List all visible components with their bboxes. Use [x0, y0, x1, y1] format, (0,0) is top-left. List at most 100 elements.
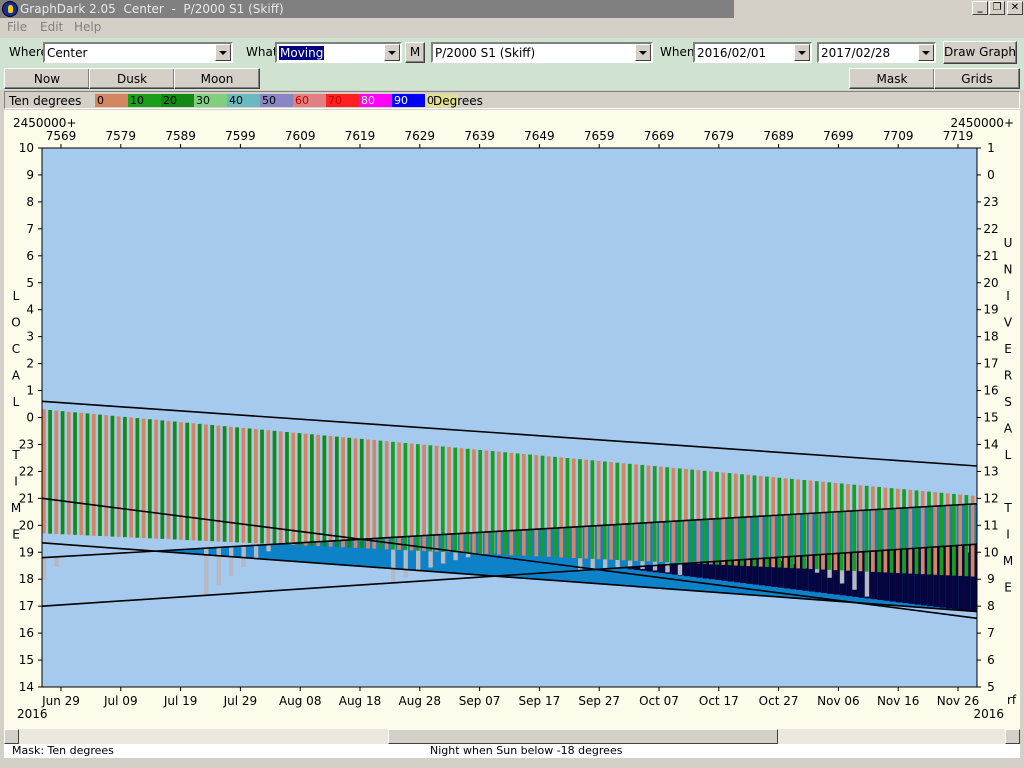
- object-altitude-stripe: [515, 453, 520, 556]
- universal-time-tick-label: 0: [987, 168, 995, 182]
- date-tick-label: Aug 08: [279, 694, 322, 708]
- legend-swatch: 40: [227, 94, 260, 107]
- universal-time-tick-label: 21: [983, 249, 998, 263]
- darkness-graph[interactable]: 2450000+ 2450000+ 2016 2016 rf 7569 Jun 2…: [4, 110, 1020, 730]
- scroll-right-arrow[interactable]: [1005, 729, 1020, 744]
- chevron-down-icon[interactable]: [635, 44, 651, 61]
- jd-tick-label: 7629: [405, 129, 436, 143]
- scroll-thumb[interactable]: [388, 729, 778, 744]
- object-altitude-stripe: [110, 415, 115, 537]
- scroll-left-arrow[interactable]: [4, 729, 19, 744]
- now-button[interactable]: Now: [4, 68, 90, 89]
- grids-button[interactable]: Grids: [934, 68, 1020, 89]
- universal-time-axis-letter: N: [1004, 263, 1013, 277]
- legend-swatch: 60: [293, 94, 326, 107]
- object-altitude-stripe: [864, 485, 869, 572]
- close-button[interactable]: ✕: [1007, 1, 1023, 15]
- universal-time-axis-letter: L: [1005, 448, 1012, 462]
- local-time-tick-label: 8: [26, 195, 34, 209]
- object-altitude-stripe: [353, 438, 358, 548]
- legend-swatch: 10: [128, 94, 161, 107]
- universal-time-tick-label: 1: [987, 141, 995, 155]
- jd-tick-label: 7709: [883, 129, 914, 143]
- chevron-down-icon[interactable]: [794, 44, 810, 61]
- universal-time-axis-letter: I: [1006, 528, 1010, 542]
- end-date-select[interactable]: 2017/02/28: [817, 42, 936, 63]
- moon-button[interactable]: Moon: [174, 68, 260, 89]
- object-altitude-stripe: [172, 421, 177, 540]
- what-select[interactable]: Moving: [275, 42, 402, 63]
- legend-swatch: 20: [161, 94, 194, 107]
- local-time-tick-label: 4: [26, 303, 34, 317]
- mask-button[interactable]: Mask: [849, 68, 935, 89]
- object-altitude-stripe: [746, 474, 751, 567]
- object-altitude-stripe: [621, 463, 626, 561]
- local-time-axis-letter: L: [13, 395, 20, 409]
- plot-area[interactable]: [41, 148, 978, 687]
- object-altitude-stripe: [291, 432, 296, 545]
- minimize-button[interactable]: _: [972, 1, 988, 15]
- object-altitude-stripe: [852, 484, 857, 572]
- jd-prefix-right: 2450000+: [951, 116, 1015, 130]
- date-tick-label: Aug 18: [339, 694, 382, 708]
- object-altitude-stripe: [646, 465, 651, 562]
- universal-time-tick-label: 6: [987, 653, 995, 667]
- jd-tick-label: 7649: [524, 129, 555, 143]
- moonlight-stripe: [54, 556, 59, 567]
- date-tick-label: Nov 06: [817, 694, 860, 708]
- object-altitude-stripe: [821, 481, 825, 570]
- local-time-axis-letter: M: [11, 501, 21, 515]
- universal-time-axis-letter: A: [1004, 422, 1013, 436]
- legend-unit: Degrees: [433, 94, 483, 108]
- menu-file[interactable]: File: [7, 20, 27, 34]
- restore-button[interactable]: ❐: [989, 1, 1005, 15]
- date-tick-label: Oct 07: [639, 694, 679, 708]
- object-altitude-stripe: [98, 414, 102, 536]
- object-altitude-stripe: [740, 474, 744, 566]
- object-altitude-stripe: [908, 489, 913, 574]
- horizontal-scrollbar[interactable]: [4, 729, 1020, 744]
- local-time-tick-label: 14: [19, 680, 34, 694]
- object-altitude-stripe: [334, 436, 339, 547]
- object-altitude-stripe: [210, 425, 215, 542]
- object-altitude-stripe: [777, 477, 782, 568]
- object-altitude-stripe: [497, 451, 501, 555]
- chevron-down-icon[interactable]: [918, 44, 934, 61]
- date-tick-label: Sep 07: [459, 694, 501, 708]
- moonlight-stripe: [241, 546, 246, 568]
- object-altitude-stripe: [883, 487, 888, 573]
- object-altitude-stripe: [584, 459, 589, 559]
- object-altitude-stripe: [652, 466, 657, 562]
- object-altitude-stripe: [684, 469, 688, 564]
- date-tick-label: Jul 19: [163, 694, 198, 708]
- twilight-band: [197, 548, 205, 555]
- app-icon[interactable]: [2, 1, 18, 17]
- menu-edit[interactable]: Edit: [40, 20, 63, 34]
- legend-swatch: 50: [260, 94, 293, 107]
- start-date-select[interactable]: 2016/02/01: [693, 42, 812, 63]
- object-altitude-stripe: [79, 412, 84, 536]
- legend-swatch: 90: [392, 94, 425, 107]
- local-time-tick-label: 15: [19, 653, 34, 667]
- local-time-tick-label: 19: [19, 545, 34, 559]
- object-altitude-stripe: [440, 446, 445, 552]
- what-label: What: [246, 45, 278, 59]
- object-altitude-stripe: [833, 482, 838, 571]
- local-time-axis-letter: I: [14, 475, 18, 489]
- when-label: When: [660, 45, 695, 59]
- where-select[interactable]: Center: [43, 42, 233, 63]
- object-altitude-stripe: [765, 476, 769, 567]
- universal-time-tick-label: 9: [987, 572, 995, 586]
- object-select[interactable]: P/2000 S1 (Skiff): [431, 42, 653, 63]
- chevron-down-icon[interactable]: [215, 44, 231, 61]
- object-altitude-stripe: [60, 411, 65, 535]
- menu-help[interactable]: Help: [74, 20, 101, 34]
- object-altitude-stripe: [347, 437, 352, 548]
- object-altitude-stripe: [640, 464, 645, 562]
- graph-canvas[interactable]: 2450000+ 2450000+ 2016 2016 rf 7569Jun 2…: [4, 110, 1020, 730]
- chevron-down-icon[interactable]: [384, 44, 400, 61]
- dusk-button[interactable]: Dusk: [89, 68, 175, 89]
- start-date-value: 2016/02/01: [697, 46, 767, 60]
- m-button[interactable]: M: [405, 42, 425, 63]
- draw-graph-button[interactable]: Draw Graph: [943, 41, 1017, 64]
